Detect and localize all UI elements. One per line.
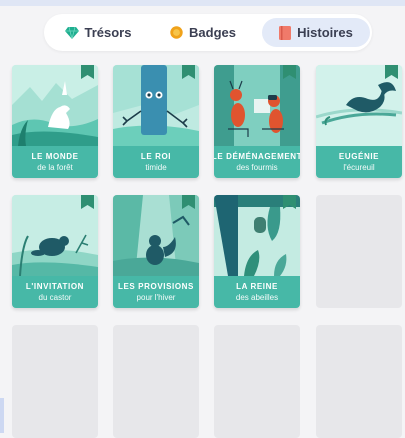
tab-label: Trésors	[84, 25, 132, 40]
bookmark-icon	[283, 195, 296, 209]
gem-icon	[64, 26, 79, 39]
empty-story-slot	[316, 195, 402, 308]
empty-story-slot	[316, 325, 402, 438]
card-title: L'INVITATION	[25, 282, 85, 291]
left-edge-strip	[0, 398, 4, 433]
card-subtitle: timide	[145, 163, 167, 172]
empty-story-slot	[214, 325, 300, 438]
tab-tresors[interactable]: Trésors	[52, 18, 144, 47]
card-title: LE ROI	[140, 152, 172, 161]
book-icon	[279, 25, 292, 40]
empty-story-slot	[12, 325, 98, 438]
story-card-le-monde[interactable]: LE MONDE de la forêt	[12, 65, 98, 178]
bookmark-icon	[81, 195, 94, 209]
bookmark-icon	[385, 65, 398, 79]
story-card-le-roi[interactable]: LE ROI timide	[113, 65, 199, 178]
card-subtitle: pour l'hiver	[136, 293, 176, 302]
story-card-eugenie[interactable]: EUGÉNIE l'écureuil	[316, 65, 402, 178]
bookmark-icon	[81, 65, 94, 79]
empty-story-slot	[113, 325, 199, 438]
card-subtitle: l'écureuil	[343, 163, 375, 172]
card-caption: EUGÉNIE l'écureuil	[316, 146, 402, 178]
story-card-le-demenagement[interactable]: LE DÉMÉNAGEMENT des fourmis	[214, 65, 300, 178]
tab-histoires[interactable]: Histoires	[262, 18, 370, 47]
card-subtitle: du castor	[38, 293, 72, 302]
card-caption: LA REINE des abeilles	[214, 276, 300, 308]
story-card-l-invitation[interactable]: L'INVITATION du castor	[12, 195, 98, 308]
card-caption: LE MONDE de la forêt	[12, 146, 98, 178]
card-title: LA REINE	[236, 282, 278, 291]
card-title: LES PROVISIONS	[118, 282, 194, 291]
story-card-les-provisions[interactable]: LES PROVISIONS pour l'hiver	[113, 195, 199, 308]
tab-bar: Trésors Badges Histoires	[44, 14, 372, 51]
card-caption: LES PROVISIONS pour l'hiver	[113, 276, 199, 308]
bookmark-icon	[182, 195, 195, 209]
bookmark-icon	[283, 65, 296, 79]
tab-badges[interactable]: Badges	[156, 18, 250, 47]
card-caption: LE DÉMÉNAGEMENT des fourmis	[214, 146, 300, 178]
card-title: EUGÉNIE	[338, 152, 380, 161]
top-strip	[0, 0, 405, 6]
card-title: LE MONDE	[31, 152, 79, 161]
story-card-la-reine[interactable]: LA REINE des abeilles	[214, 195, 300, 308]
bookmark-icon	[182, 65, 195, 79]
card-subtitle: de la forêt	[37, 163, 73, 172]
card-caption: LE ROI timide	[113, 146, 199, 178]
tab-label: Badges	[189, 25, 236, 40]
card-subtitle: des fourmis	[236, 163, 278, 172]
tab-label: Histoires	[297, 25, 353, 40]
card-subtitle: des abeilles	[235, 293, 279, 302]
card-title: LE DÉMÉNAGEMENT	[214, 152, 300, 161]
coin-badge-icon	[170, 26, 183, 39]
card-caption: L'INVITATION du castor	[12, 276, 98, 308]
